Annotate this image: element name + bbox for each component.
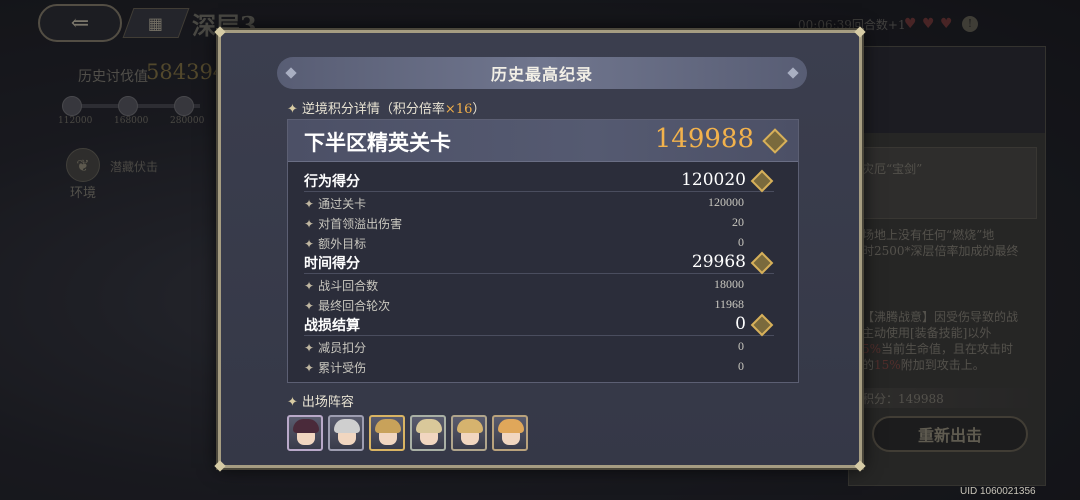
score-item-label: 战斗回合数 [318,279,379,293]
category-row: 行为得分 120020 [304,169,774,193]
sparkle-icon: ✦ [304,361,315,375]
modal-title: 历史最高纪录 [490,65,593,84]
score-item-value: 0 [738,339,744,353]
diamond-ornament [285,67,297,79]
score-item-name: ✦ 通过关卡 [304,195,366,212]
character-avatar[interactable] [369,415,405,451]
avatar-hair [416,419,442,433]
score-item-value: 120000 [708,195,744,209]
sparkle-icon: ✦ [287,102,298,117]
score-item-row: ✦ 通过关卡 120000 [304,193,760,213]
category-name: 战损结算 [304,318,360,334]
score-item-row: ✦ 对首领溢出伤害 20 [304,213,760,233]
category-row: 战损结算 0 [304,313,774,337]
score-breakdown-panel: 下半区精英关卡 149988 行为得分 120020 ✦ 通过关卡 120000 … [287,119,799,383]
score-item-value: 18000 [714,277,744,291]
character-avatar[interactable] [287,415,323,451]
total-score: 149988 [654,124,754,154]
avatar-hair [293,419,319,433]
score-item-value: 0 [738,359,744,373]
score-item-label: 通过关卡 [318,197,367,211]
sparkle-icon: ✦ [304,341,315,355]
score-item-name: ✦ 累计受伤 [304,359,366,376]
user-id: UID 1060021356 [960,486,1036,497]
score-item-row: ✦ 累计受伤 0 [304,357,760,377]
score-item-row: ✦ 战斗回合数 18000 [304,275,760,295]
category-value: 29968 [691,252,746,272]
score-gem-icon [750,313,774,337]
category-value: 120020 [681,170,746,190]
character-avatar[interactable] [492,415,528,451]
category-row: 时间得分 29968 [304,251,774,275]
score-item-name: ✦ 最终回合轮次 [304,297,390,314]
team-lineup [287,415,528,451]
score-item-row: ✦ 减员扣分 0 [304,337,760,357]
category-name: 行为得分 [304,174,360,190]
score-detail-label: ✦ 逆境积分详情（积分倍率×16） [287,98,485,117]
sparkle-icon: ✦ [304,197,315,211]
diamond-ornament [787,67,799,79]
level-name: 下半区精英关卡 [304,130,451,155]
character-avatar[interactable] [451,415,487,451]
score-item-value: 11968 [714,297,744,311]
score-multiplier: ×16 [444,102,473,117]
score-item-label: 最终回合轮次 [318,299,391,313]
score-item-label: 减员扣分 [318,341,367,355]
score-item-name: ✦ 额外目标 [304,235,366,252]
sparkle-icon: ✦ [304,237,315,251]
score-item-label: 累计受伤 [318,361,367,375]
score-gem-icon [750,251,774,275]
avatar-hair [457,419,483,433]
sparkle-icon: ✦ [304,279,315,293]
modal-title-bar: 历史最高纪录 [277,57,807,89]
score-item-name: ✦ 对首领溢出伤害 [304,215,402,232]
score-item-name: ✦ 战斗回合数 [304,277,378,294]
avatar-hair [375,419,401,433]
category-value: 0 [735,314,746,334]
score-gem-icon [762,128,788,154]
category-name: 时间得分 [304,256,360,272]
score-item-label: 额外目标 [318,237,367,251]
sparkle-icon: ✦ [304,299,315,313]
team-label-text: 出场阵容 [301,395,354,410]
score-item-value: 20 [732,215,744,229]
score-header: 下半区精英关卡 149988 [288,120,798,162]
sparkle-icon: ✦ [304,217,315,231]
avatar-hair [498,419,524,433]
sparkle-icon: ✦ [287,395,298,410]
score-item-name: ✦ 减员扣分 [304,339,366,356]
score-item-row: ✦ 额外目标 0 [304,233,760,253]
character-avatar[interactable] [410,415,446,451]
score-item-row: ✦ 最终回合轮次 11968 [304,295,760,315]
character-avatar[interactable] [328,415,364,451]
score-item-value: 0 [738,235,744,249]
score-item-label: 对首领溢出伤害 [318,217,403,231]
score-gem-icon [750,169,774,193]
score-detail-close: ） [472,102,486,117]
avatar-hair [334,419,360,433]
team-label: ✦ 出场阵容 [287,391,354,410]
best-record-modal: 历史最高纪录 ✦ 逆境积分详情（积分倍率×16） 下半区精英关卡 149988 行… [214,26,866,472]
score-detail-text: 逆境积分详情（积分倍率 [301,102,445,117]
